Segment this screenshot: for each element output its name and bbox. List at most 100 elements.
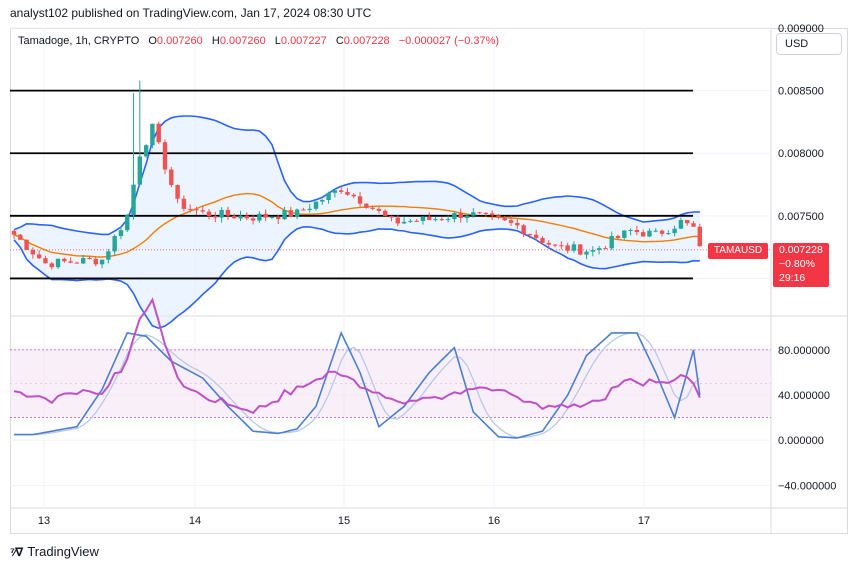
candle-body [578, 244, 583, 255]
candle-body [263, 213, 268, 218]
candle-body [565, 245, 570, 251]
candle-body [477, 212, 482, 214]
candle-body [383, 210, 388, 216]
candle-body [483, 212, 489, 214]
candle-body [685, 220, 690, 224]
time-tick-label: 13 [38, 515, 50, 527]
candle-body [647, 230, 652, 237]
time-tick-label: 16 [488, 515, 500, 527]
currency-button[interactable]: USD [776, 33, 842, 55]
price-tick-label: 0.007500 [778, 211, 824, 223]
candle-body [458, 212, 463, 219]
candle-body [232, 215, 237, 219]
candle-body [609, 235, 614, 249]
candle-body [527, 234, 533, 236]
osc-tick-label: 0.000000 [778, 435, 824, 447]
candle-body [49, 263, 54, 268]
candle-body [534, 234, 539, 238]
candle-body [294, 209, 300, 217]
last-price-label: 0.007228 −0.80% 29:16 [773, 243, 829, 287]
candle-body [389, 215, 394, 218]
time-tick-label: 15 [338, 515, 350, 527]
price-tick-label: 0.008500 [778, 86, 824, 98]
candle-body [269, 216, 275, 218]
bollinger-fill [14, 116, 700, 329]
osc-tick-label: 40.000000 [778, 390, 830, 402]
osc-tick-label: 80.000000 [778, 345, 830, 357]
candle-body [225, 209, 231, 216]
candle-countdown: 29:16 [779, 272, 806, 284]
footer-brand[interactable]: ⁷⁄∇ TradingView [10, 544, 99, 559]
candle-body [301, 209, 306, 211]
candle-body [74, 262, 80, 264]
candle-body [81, 258, 86, 264]
price-tick-label: 0.008000 [778, 148, 824, 160]
candle-body [175, 185, 180, 199]
candle-body [603, 248, 608, 250]
candle-body [106, 251, 111, 260]
candle-body [584, 251, 589, 255]
candle-body [622, 230, 627, 238]
candle-body [395, 217, 400, 224]
candle-body [590, 250, 596, 252]
candle-body [634, 229, 640, 233]
chart-canvas[interactable]: 0.0090000.0085000.0080000.0075000.007000… [0, 0, 857, 570]
tradingview-logo-icon: ⁷⁄∇ [10, 544, 23, 559]
candle-body [143, 145, 149, 157]
candle-body [194, 209, 199, 211]
open-value: 0.007260 [156, 35, 203, 47]
candle-body [244, 215, 249, 219]
candle-body [320, 199, 325, 202]
candle-body [496, 215, 501, 218]
candle-body [357, 196, 363, 204]
candle-body [213, 215, 218, 218]
high-value: 0.007260 [219, 35, 266, 47]
candle-body [68, 261, 73, 263]
candle-body [420, 216, 426, 222]
candle-body [515, 222, 520, 226]
candle-body [571, 244, 577, 251]
change-value: −0.000027 (−0.37%) [398, 35, 500, 47]
candle-body [150, 123, 155, 146]
candle-body [401, 221, 407, 224]
candle-body [540, 237, 545, 243]
candle-body [502, 217, 507, 221]
candle-body [659, 230, 665, 234]
candle-body [653, 230, 658, 232]
candle-body [11, 230, 17, 235]
candle-body [552, 244, 558, 246]
candle-body [615, 235, 621, 238]
candle-body [338, 190, 344, 192]
candle-body [596, 248, 602, 251]
candle-body [131, 184, 136, 216]
last-price-change: −0.80% [779, 258, 815, 270]
ohlc-legend: Tamadoge, 1h, CRYPTO O0.007260 H0.007260… [18, 35, 499, 47]
candle-body [206, 211, 212, 216]
candle-body [219, 209, 224, 218]
candle-body [250, 218, 256, 221]
candle-body [257, 213, 262, 221]
candle-body [55, 258, 61, 268]
brand-name: TradingView [27, 544, 99, 559]
candle-body [433, 219, 438, 221]
candle-body [156, 123, 161, 143]
candle-body [18, 234, 23, 240]
candle-body [118, 230, 124, 237]
candle-body [508, 220, 514, 223]
candle-body [181, 198, 187, 209]
candle-body [414, 220, 419, 222]
candle-body [452, 212, 457, 220]
candle-body [376, 208, 382, 211]
candle-body [187, 208, 193, 210]
candle-body [169, 169, 174, 186]
candle-body [445, 219, 451, 221]
candle-body [288, 210, 294, 217]
candle-body [546, 242, 551, 245]
candle-body [559, 245, 564, 247]
candle-body [282, 210, 287, 220]
osc-tick-label: −40.000000 [778, 480, 836, 492]
candle-body [691, 223, 696, 227]
high-key: H [211, 35, 220, 47]
candle-body [313, 201, 319, 209]
candle-body [672, 228, 677, 234]
